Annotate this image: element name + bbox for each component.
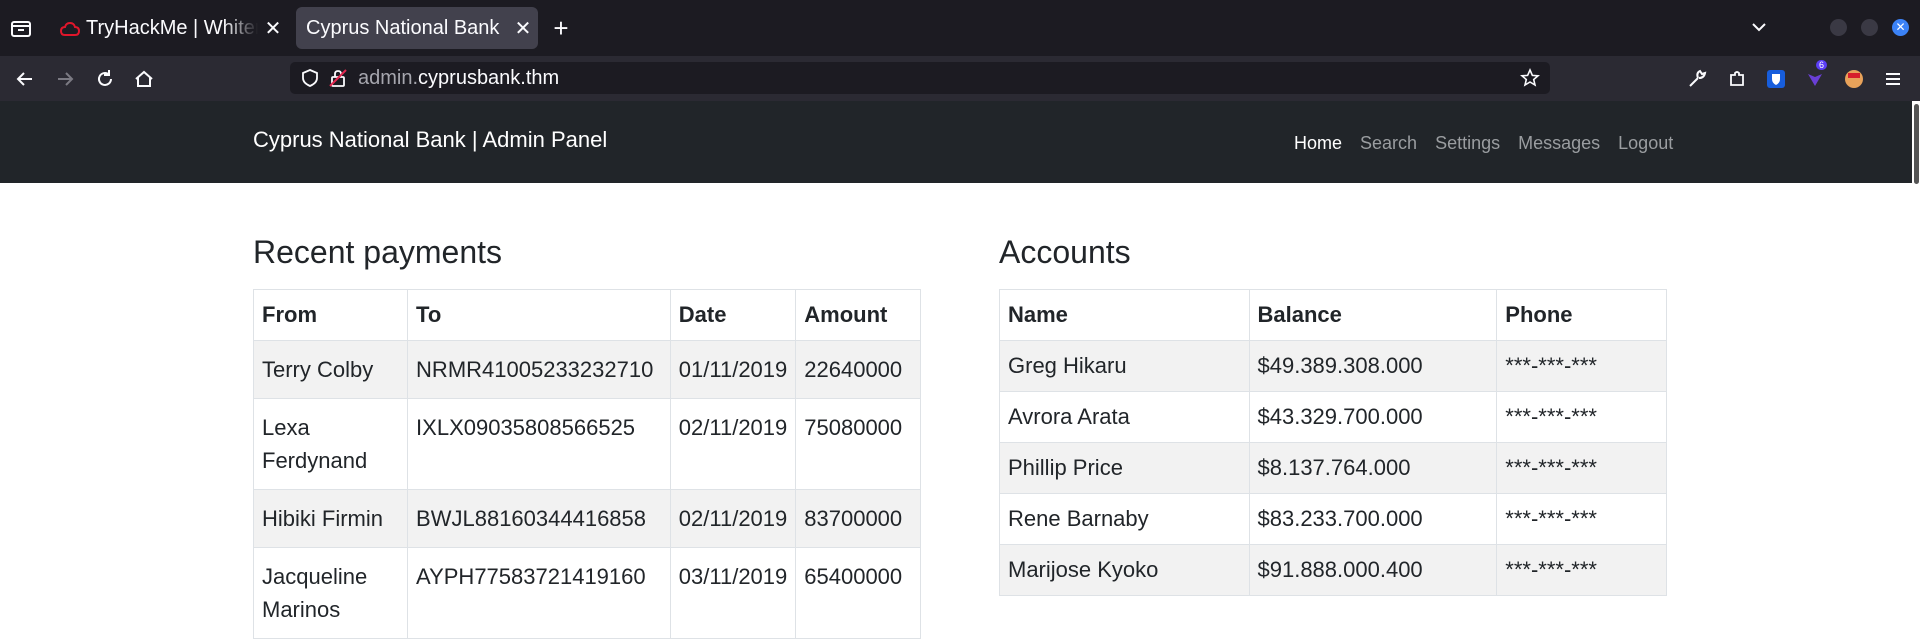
- table-row: Lexa Ferdynand IXLX09035808566525 02/11/…: [252, 398, 921, 490]
- close-tab-icon[interactable]: ✕: [508, 16, 538, 41]
- column-header: To: [407, 289, 671, 341]
- minimize-button[interactable]: [1830, 19, 1847, 36]
- account-phone: ***-***-***: [1496, 442, 1667, 494]
- account-name: Greg Hikaru: [999, 340, 1250, 392]
- payment-amount: 75080000: [795, 398, 921, 490]
- address-bar[interactable]: admin.cyprusbank.thm: [290, 62, 1550, 94]
- payment-date: 03/11/2019: [669, 547, 797, 639]
- column-header: Balance: [1248, 289, 1498, 341]
- table-row: Jacqueline Marinos AYPH77583721419160 03…: [252, 547, 921, 639]
- browser-nav-bar: admin.cyprusbank.thm 6: [0, 56, 1920, 101]
- column-header: From: [252, 289, 409, 341]
- extensions-puzzle-icon[interactable]: [1726, 68, 1748, 90]
- reload-icon[interactable]: [94, 68, 116, 90]
- maximize-button[interactable]: [1861, 19, 1878, 36]
- table-row: Greg Hikaru $49.389.308.000 ***-***-***: [999, 340, 1667, 392]
- payment-to: BWJL88160344416858: [407, 489, 671, 548]
- payment-from: Hibiki Firmin: [252, 489, 409, 548]
- column-header: Date: [669, 289, 797, 341]
- nav-messages[interactable]: Messages: [1518, 133, 1600, 154]
- payment-amount: 22640000: [795, 340, 921, 399]
- browser-tab-bar: TryHackMe | Whiterose ✕ Cyprus National …: [0, 0, 1920, 56]
- new-tab-icon[interactable]: +: [550, 14, 572, 42]
- payment-to: NRMR41005233232710: [407, 340, 671, 399]
- payment-amount: 65400000: [795, 547, 921, 639]
- payment-date: 02/11/2019: [669, 398, 797, 490]
- payment-date: 02/11/2019: [669, 489, 797, 548]
- bookmark-star-icon[interactable]: [1520, 68, 1540, 88]
- nav-logout[interactable]: Logout: [1618, 133, 1673, 154]
- table-row: Avrora Arata $43.329.700.000 ***-***-***: [999, 391, 1667, 443]
- nav-search[interactable]: Search: [1360, 133, 1417, 154]
- extension-avatar-icon[interactable]: [1843, 68, 1865, 90]
- bitwarden-shield-icon[interactable]: [1765, 68, 1787, 90]
- url-text[interactable]: admin.cyprusbank.thm: [358, 67, 559, 90]
- accounts-title: Accounts: [999, 234, 1131, 270]
- home-icon[interactable]: [133, 68, 155, 90]
- table-row: Phillip Price $8.137.764.000 ***-***-***: [999, 442, 1667, 494]
- payments-table: From To Date Amount Terry Colby NRMR4100…: [252, 289, 921, 639]
- accounts-table: Name Balance Phone Greg Hikaru $49.389.3…: [999, 289, 1667, 596]
- payment-amount: 83700000: [795, 489, 921, 548]
- account-balance: $91.888.000.400: [1248, 544, 1498, 596]
- column-header: Amount: [795, 289, 921, 341]
- account-balance: $43.329.700.000: [1248, 391, 1498, 443]
- wrench-icon[interactable]: [1686, 68, 1708, 90]
- account-name: Rene Barnaby: [999, 493, 1250, 545]
- insecure-lock-icon[interactable]: [328, 68, 348, 88]
- tab-list-icon[interactable]: [10, 17, 32, 39]
- table-header-row: From To Date Amount: [252, 289, 921, 341]
- payment-from: Lexa Ferdynand: [252, 398, 409, 490]
- shield-icon[interactable]: [300, 68, 320, 88]
- payment-from: Terry Colby: [252, 340, 409, 399]
- payment-date: 01/11/2019: [669, 340, 797, 399]
- payments-title: Recent payments: [253, 234, 503, 270]
- forward-icon[interactable]: [54, 68, 76, 90]
- site-navbar: Cyprus National Bank | Admin Panel Home …: [0, 101, 1920, 183]
- account-name: Avrora Arata: [999, 391, 1250, 443]
- scrollbar-thumb[interactable]: [1914, 104, 1919, 184]
- payment-to: IXLX09035808566525: [407, 398, 671, 490]
- table-header-row: Name Balance Phone: [999, 289, 1667, 341]
- account-phone: ***-***-***: [1496, 493, 1667, 545]
- nav-home[interactable]: Home: [1294, 133, 1342, 154]
- cloud-favicon-icon: [59, 20, 81, 36]
- account-phone: ***-***-***: [1496, 391, 1667, 443]
- site-nav-links: Home Search Settings Messages Logout: [1294, 133, 1691, 154]
- column-header: Phone: [1496, 289, 1667, 341]
- foxyproxy-icon[interactable]: 6: [1804, 60, 1828, 90]
- close-tab-icon[interactable]: ✕: [258, 16, 288, 41]
- back-icon[interactable]: [14, 68, 36, 90]
- nav-settings[interactable]: Settings: [1435, 133, 1500, 154]
- extension-badge: 6: [1816, 60, 1828, 70]
- payment-to: AYPH77583721419160: [407, 547, 671, 639]
- table-row: Rene Barnaby $83.233.700.000 ***-***-***: [999, 493, 1667, 545]
- column-header: Name: [999, 289, 1250, 341]
- payment-from: Jacqueline Marinos: [252, 547, 409, 639]
- account-balance: $49.389.308.000: [1248, 340, 1498, 392]
- tab-cyprus-bank[interactable]: Cyprus National Bank ✕: [296, 7, 538, 49]
- account-phone: ***-***-***: [1496, 340, 1667, 392]
- tab-tryhackme[interactable]: TryHackMe | Whiterose ✕: [48, 7, 288, 49]
- table-row: Terry Colby NRMR41005233232710 01/11/201…: [252, 340, 921, 399]
- close-window-button[interactable]: ✕: [1892, 19, 1909, 36]
- site-brand[interactable]: Cyprus National Bank | Admin Panel: [253, 127, 607, 153]
- table-row: Marijose Kyoko $91.888.000.400 ***-***-*…: [999, 544, 1667, 596]
- table-row: Hibiki Firmin BWJL88160344416858 02/11/2…: [252, 489, 921, 548]
- tab-title: Cyprus National Bank: [306, 16, 500, 39]
- account-name: Phillip Price: [999, 442, 1250, 494]
- account-balance: $8.137.764.000: [1248, 442, 1498, 494]
- chevron-down-icon[interactable]: [1748, 16, 1770, 43]
- tab-title: TryHackMe | Whiterose: [86, 16, 258, 39]
- account-phone: ***-***-***: [1496, 544, 1667, 596]
- account-balance: $83.233.700.000: [1248, 493, 1498, 545]
- account-name: Marijose Kyoko: [999, 544, 1250, 596]
- hamburger-menu-icon[interactable]: [1882, 68, 1904, 90]
